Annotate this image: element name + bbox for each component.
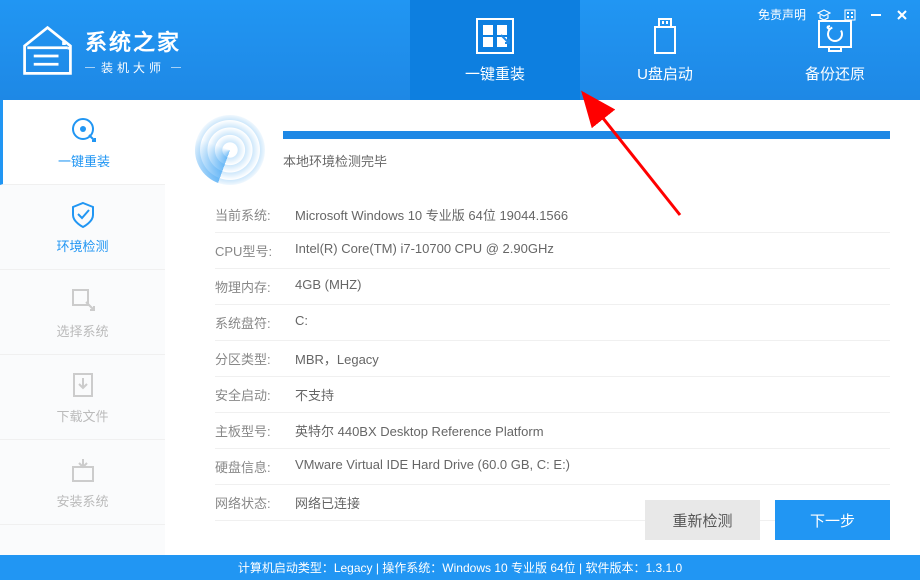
progress-bar — [283, 131, 890, 139]
footer-text: 计算机启动类型：Legacy | 操作系统：Windows 10 专业版 64位… — [238, 559, 682, 576]
info-row-partition: 分区类型:MBR，Legacy — [215, 341, 890, 377]
usb-icon — [645, 17, 685, 55]
tab-usb-boot[interactable]: U盘启动 — [580, 0, 750, 100]
sidebar-label: 选择系统 — [56, 321, 108, 340]
sidebar-item-install[interactable]: 安装系统 — [0, 440, 165, 525]
scan-status: 本地环境检测完毕 — [283, 151, 890, 170]
radar-icon — [195, 115, 265, 185]
next-button[interactable]: 下一步 — [775, 500, 890, 540]
logo-text: 系统之家 装机大师 — [85, 25, 181, 76]
sidebar-item-reinstall[interactable]: 一键重装 — [0, 100, 165, 185]
logo-area: 系统之家 装机大师 — [0, 23, 201, 78]
tab-label: 备份还原 — [805, 63, 865, 84]
tab-one-click-reinstall[interactable]: 一键重装 — [410, 0, 580, 100]
close-icon[interactable] — [894, 7, 910, 23]
action-buttons: 重新检测 下一步 — [645, 500, 890, 540]
info-row-sysdrive: 系统盘符:C: — [215, 305, 890, 341]
header: 系统之家 装机大师 一键重装 U盘启动 — [0, 0, 920, 100]
sidebar-item-selectsys[interactable]: 选择系统 — [0, 270, 165, 355]
app-title: 系统之家 — [85, 25, 181, 57]
sidebar-label: 一键重装 — [58, 151, 110, 170]
app-subtitle: 装机大师 — [85, 59, 181, 76]
sidebar-item-download[interactable]: 下载文件 — [0, 355, 165, 440]
select-icon — [68, 285, 98, 315]
titlebar: 免责声明 — [758, 6, 910, 23]
sidebar-label: 下载文件 — [56, 406, 108, 425]
info-row-disk: 硬盘信息:VMware Virtual IDE Hard Drive (60.0… — [215, 449, 890, 485]
scan-row: 本地环境检测完毕 — [195, 115, 890, 185]
minimize-icon[interactable] — [868, 7, 884, 23]
info-table: 当前系统:Microsoft Windows 10 专业版 64位 19044.… — [195, 197, 890, 521]
footer: 计算机启动类型：Legacy | 操作系统：Windows 10 专业版 64位… — [0, 555, 920, 580]
windows-reinstall-icon — [475, 17, 515, 55]
target-icon — [69, 115, 99, 145]
info-row-os: 当前系统:Microsoft Windows 10 专业版 64位 19044.… — [215, 197, 890, 233]
tab-label: U盘启动 — [637, 63, 693, 84]
body: 一键重装 环境检测 选择系统 下载文件 安装系统 本地环境检测完毕 当前 — [0, 100, 920, 555]
sidebar-label: 安装系统 — [56, 491, 108, 510]
sidebar: 一键重装 环境检测 选择系统 下载文件 安装系统 — [0, 100, 165, 555]
shield-check-icon — [68, 200, 98, 230]
sidebar-label: 环境检测 — [56, 236, 108, 255]
sidebar-item-envcheck[interactable]: 环境检测 — [0, 185, 165, 270]
info-row-secureboot: 安全启动:不支持 — [215, 377, 890, 413]
tab-label: 一键重装 — [465, 63, 525, 84]
content: 本地环境检测完毕 当前系统:Microsoft Windows 10 专业版 6… — [165, 100, 920, 555]
info-row-mem: 物理内存:4GB (MHZ) — [215, 269, 890, 305]
settings-icon[interactable] — [842, 7, 858, 23]
info-row-motherboard: 主板型号:英特尔 440BX Desktop Reference Platfor… — [215, 413, 890, 449]
progress-area: 本地环境检测完毕 — [283, 131, 890, 170]
install-icon — [68, 455, 98, 485]
house-logo-icon — [20, 23, 75, 78]
graduation-icon[interactable] — [816, 7, 832, 23]
info-row-cpu: CPU型号:Intel(R) Core(TM) i7-10700 CPU @ 2… — [215, 233, 890, 269]
recheck-button[interactable]: 重新检测 — [645, 500, 760, 540]
download-icon — [68, 370, 98, 400]
disclaimer-link[interactable]: 免责声明 — [758, 6, 806, 23]
